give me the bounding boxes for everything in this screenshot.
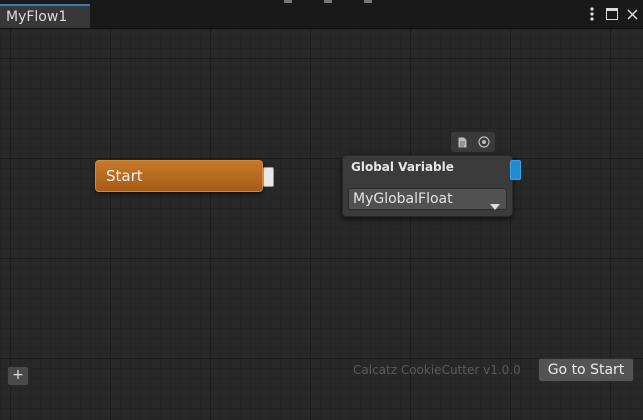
start-node-output-port[interactable] [263,167,274,187]
global-variable-node[interactable]: Global Variable MyGlobalFloat [342,155,513,217]
document-icon[interactable] [454,134,470,150]
start-node[interactable]: Start [95,160,263,192]
window-title-bar: MyFlow1 [0,0,643,29]
dropdown-value: MyGlobalFloat [353,191,453,207]
go-to-start-button[interactable]: Go to Start [538,358,634,382]
flow-editor-window: MyFlow1 Start Global Variable MyGlobalFl… [0,0,643,420]
more-options-icon[interactable] [585,6,599,22]
window-controls [585,6,639,22]
target-icon[interactable] [476,134,492,150]
add-node-button[interactable]: + [7,366,29,386]
node-toolbar [451,132,495,152]
version-watermark: Calcatz CookieCutter v1.0.0 [353,363,521,377]
global-variable-output-port[interactable] [510,160,521,180]
global-variable-dropdown[interactable]: MyGlobalFloat [348,188,507,210]
node-title: Global Variable [351,160,454,174]
maximize-icon[interactable] [605,6,619,22]
tab-myflow1[interactable]: MyFlow1 [0,4,90,28]
close-icon[interactable] [625,6,639,22]
dock-drag-hint [270,0,380,4]
chevron-down-icon [490,196,500,216]
